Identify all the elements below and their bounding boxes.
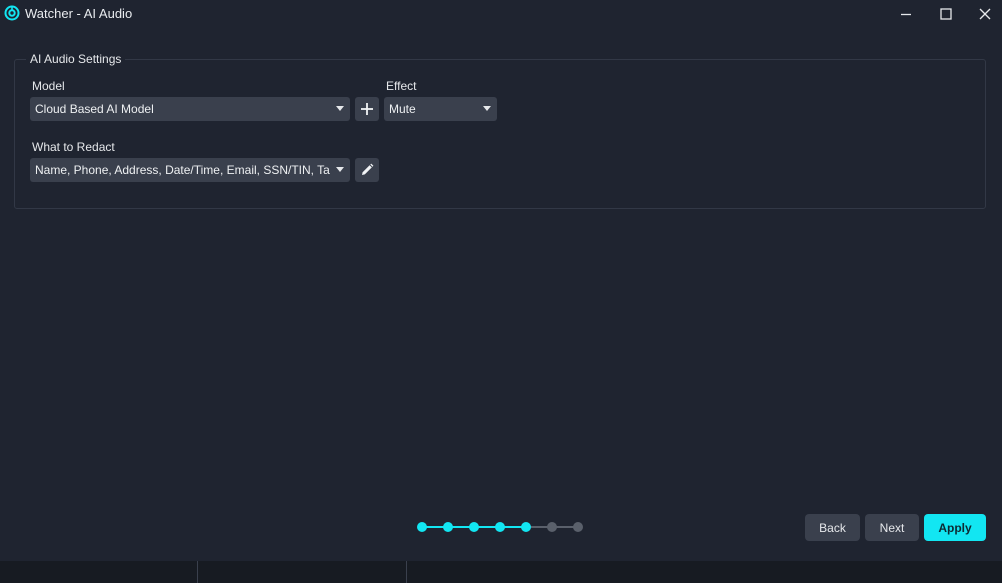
watcher-logo-icon [4,5,20,21]
stepper-dot [495,522,505,532]
apply-button[interactable]: Apply [924,514,986,541]
edit-redact-button[interactable] [355,158,379,182]
title-bar: Watcher - AI Audio [0,0,1002,28]
model-label: Model [32,79,65,93]
close-icon [979,8,991,20]
minimize-icon [901,13,911,16]
next-button[interactable]: Next [865,514,919,541]
chevron-down-icon [336,106,344,111]
chevron-down-icon [336,167,344,172]
taskbar-divider [197,561,198,583]
model-select-value: Cloud Based AI Model [35,102,154,116]
redact-select-value: Name, Phone, Address, Date/Time, Email, … [35,163,330,177]
chevron-down-icon [483,106,491,111]
plus-icon [361,103,373,115]
minimize-button[interactable] [893,4,919,24]
maximize-icon [940,8,952,20]
stepper-dot [573,522,583,532]
redact-select[interactable]: Name, Phone, Address, Date/Time, Email, … [30,158,350,182]
pencil-icon [362,163,374,175]
model-select[interactable]: Cloud Based AI Model [30,97,350,121]
window-title: Watcher - AI Audio [25,6,133,21]
back-button[interactable]: Back [805,514,860,541]
taskbar-divider [406,561,407,583]
stepper-dot [547,522,557,532]
effect-label: Effect [386,79,417,93]
add-model-button[interactable] [355,97,379,121]
effect-select-value: Mute [389,102,416,116]
effect-select[interactable]: Mute [384,97,497,121]
stepper-dot [443,522,453,532]
stepper-dot [521,522,531,532]
group-title: AI Audio Settings [26,52,126,66]
ai-audio-settings-group [14,59,986,209]
stepper-dot [469,522,479,532]
taskbar [0,561,1002,583]
stepper-dot [417,522,427,532]
wizard-progress-stepper [417,521,587,533]
close-button[interactable] [972,4,998,24]
redact-label: What to Redact [32,140,115,154]
maximize-button[interactable] [933,4,959,24]
